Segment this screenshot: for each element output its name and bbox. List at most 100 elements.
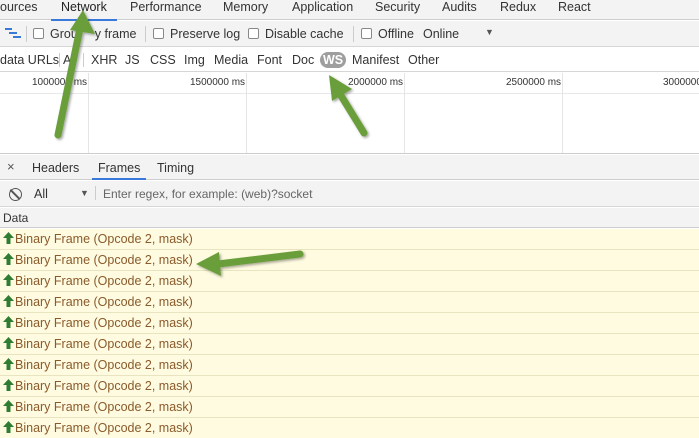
close-icon[interactable]: × <box>7 159 15 174</box>
clear-frames-icon[interactable] <box>9 188 22 201</box>
frame-row[interactable]: Binary Frame (Opcode 2, mask) <box>0 397 699 418</box>
filter-all[interactable]: Al <box>63 52 74 68</box>
timeline-gridline <box>404 73 405 153</box>
timeline-gridline <box>562 73 563 153</box>
timeline-gridline <box>246 73 247 153</box>
frame-row[interactable]: Binary Frame (Opcode 2, mask) <box>0 313 699 334</box>
tab-application[interactable]: Application <box>292 0 353 20</box>
resource-type-filter-bar: data URLs Al XHR JS CSS Img Media Font D… <box>0 48 699 72</box>
arrow-up-icon <box>3 377 14 391</box>
frame-row[interactable]: Binary Frame (Opcode 2, mask) <box>0 418 699 438</box>
frame-row[interactable]: Binary Frame (Opcode 2, mask) <box>0 271 699 292</box>
arrow-up-icon <box>3 272 14 286</box>
tab-headers[interactable]: Headers <box>32 160 79 176</box>
frames-filter-bar: All ▼ Enter regex, for example: (web)?so… <box>0 181 699 207</box>
toolbar-separator <box>145 26 146 42</box>
toolbar-separator <box>353 26 354 42</box>
filter-separator <box>95 186 96 200</box>
tab-sources[interactable]: ources <box>0 0 38 20</box>
throttling-select[interactable]: Online <box>423 26 459 42</box>
arrow-up-icon <box>3 419 14 433</box>
offline-checkbox[interactable]: Offline <box>361 26 414 42</box>
filter-other[interactable]: Other <box>408 52 439 68</box>
arrow-up-icon <box>3 335 14 349</box>
timeline-tick-label: 3000000 <box>663 77 699 88</box>
frame-data-text: Binary Frame (Opcode 2, mask) <box>15 337 193 351</box>
arrow-up-icon <box>3 230 14 244</box>
group-by-frame-label-start: Grou <box>50 27 78 41</box>
disable-cache-label: Disable cache <box>265 27 344 41</box>
frame-row[interactable]: Binary Frame (Opcode 2, mask) <box>0 376 699 397</box>
preserve-log-label: Preserve log <box>170 27 241 41</box>
filter-separator <box>59 53 60 67</box>
frame-row[interactable]: Binary Frame (Opcode 2, mask) <box>0 229 699 250</box>
frame-data-text: Binary Frame (Opcode 2, mask) <box>15 232 193 246</box>
frame-data-text: Binary Frame (Opcode 2, mask) <box>15 253 193 267</box>
frame-row[interactable]: Binary Frame (Opcode 2, mask) <box>0 334 699 355</box>
group-by-frame-label-end: y frame <box>94 27 137 41</box>
timeline-rule <box>0 93 699 94</box>
network-toolbar: Grou y frame Preserve log Disable cache O… <box>0 21 699 47</box>
frame-data-text: Binary Frame (Opcode 2, mask) <box>15 379 193 393</box>
frame-data-text: Binary Frame (Opcode 2, mask) <box>15 421 193 435</box>
tab-security[interactable]: Security <box>375 0 420 20</box>
tab-frames[interactable]: Frames <box>91 160 147 180</box>
tab-performance[interactable]: Performance <box>130 0 202 20</box>
frame-row[interactable]: Binary Frame (Opcode 2, mask) <box>0 355 699 376</box>
tab-network[interactable]: Network <box>51 0 117 21</box>
filter-doc[interactable]: Doc <box>292 52 314 68</box>
devtools-tab-bar: ources Network Performance Memory Applic… <box>0 0 699 21</box>
filter-manifest[interactable]: Manifest <box>352 52 399 68</box>
arrow-up-icon <box>3 314 14 328</box>
tab-memory[interactable]: Memory <box>223 0 268 20</box>
frame-row[interactable]: Binary Frame (Opcode 2, mask) <box>0 292 699 313</box>
toolbar-separator <box>26 26 27 42</box>
frame-data-text: Binary Frame (Opcode 2, mask) <box>15 316 193 330</box>
checkbox-box[interactable] <box>153 28 164 39</box>
timeline-tick-label: 2500000 ms <box>506 77 562 88</box>
filter-js[interactable]: JS <box>125 52 140 68</box>
checkbox-box[interactable] <box>33 28 44 39</box>
group-by-frame-checkbox[interactable]: Grou y frame <box>33 26 136 42</box>
frames-filter-input[interactable]: Enter regex, for example: (web)?socket <box>103 186 312 202</box>
chevron-down-icon[interactable]: ▼ <box>80 188 89 198</box>
filter-ws[interactable]: WS <box>320 52 347 68</box>
filter-separator <box>83 53 84 67</box>
arrow-up-icon <box>3 398 14 412</box>
checkbox-box[interactable] <box>361 28 372 39</box>
tab-audits[interactable]: Audits <box>442 0 477 20</box>
timeline-tick-label: 2000000 ms <box>348 77 404 88</box>
filter-media[interactable]: Media <box>214 52 248 68</box>
chevron-down-icon[interactable]: ▼ <box>485 27 494 37</box>
frames-table-header: Data <box>0 208 699 228</box>
frame-row[interactable]: Binary Frame (Opcode 2, mask) <box>0 250 699 271</box>
timeline-tick-label: 1500000 ms <box>190 77 246 88</box>
waterfall-view-icon[interactable] <box>5 26 21 42</box>
timeline-gridline <box>88 73 89 153</box>
tab-timing[interactable]: Timing <box>157 160 194 176</box>
frame-data-text: Binary Frame (Opcode 2, mask) <box>15 274 193 288</box>
arrow-up-icon <box>3 356 14 370</box>
checkbox-box[interactable] <box>248 28 259 39</box>
disable-cache-checkbox[interactable]: Disable cache <box>248 26 344 42</box>
offline-label: Offline <box>378 27 414 41</box>
filter-css[interactable]: CSS <box>150 52 176 68</box>
arrow-up-icon <box>3 251 14 265</box>
preserve-log-checkbox[interactable]: Preserve log <box>153 26 240 42</box>
timeline-overview[interactable]: 1000000 ms 1500000 ms 2000000 ms 2500000… <box>0 73 699 154</box>
frames-table-body: Binary Frame (Opcode 2, mask) Binary Fram… <box>0 229 699 438</box>
frame-data-text: Binary Frame (Opcode 2, mask) <box>15 295 193 309</box>
filter-data-urls[interactable]: data URLs <box>0 52 59 68</box>
timeline-tick-label: 1000000 ms <box>32 77 88 88</box>
filter-img[interactable]: Img <box>184 52 205 68</box>
filter-xhr[interactable]: XHR <box>91 52 117 68</box>
arrow-up-icon <box>3 293 14 307</box>
tab-react[interactable]: React <box>558 0 591 20</box>
data-column-header[interactable]: Data <box>3 211 28 225</box>
tab-redux[interactable]: Redux <box>500 0 536 20</box>
frame-data-text: Binary Frame (Opcode 2, mask) <box>15 400 193 414</box>
frame-type-select[interactable]: All <box>34 186 48 202</box>
frame-data-text: Binary Frame (Opcode 2, mask) <box>15 358 193 372</box>
request-detail-tabs: × Headers Frames Timing <box>0 155 699 180</box>
filter-font[interactable]: Font <box>257 52 282 68</box>
